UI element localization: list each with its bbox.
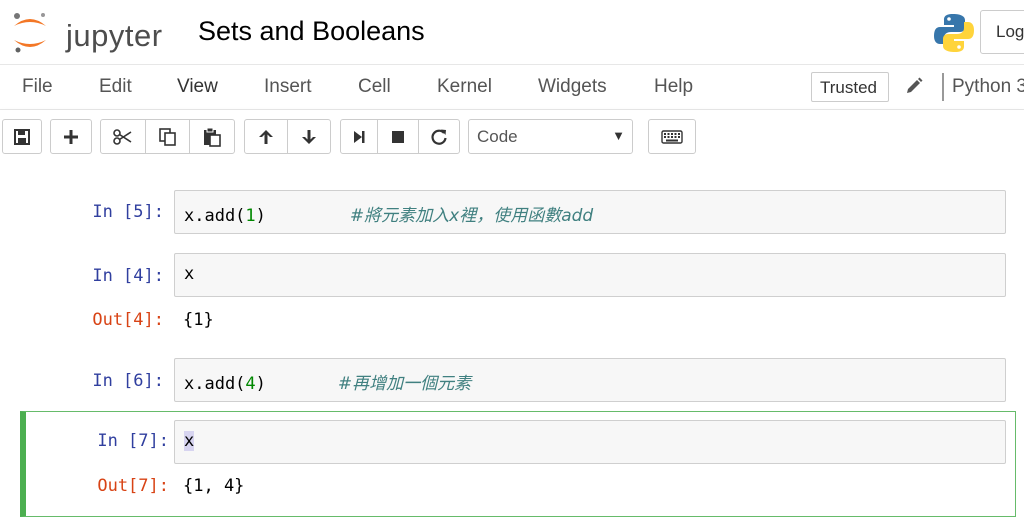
input-prompt: In [4]: xyxy=(92,266,164,286)
code-text: x.add( xyxy=(184,374,246,394)
scissors-icon xyxy=(113,128,132,145)
logo-text: jupyter xyxy=(66,18,163,53)
input-prompt: In [5]: xyxy=(92,202,164,222)
output-text: {1} xyxy=(183,310,214,330)
cell-type-value: Code xyxy=(477,127,518,146)
menu-view[interactable]: View xyxy=(177,76,218,98)
save-button[interactable] xyxy=(2,119,42,154)
menubar: File Edit View Insert Cell Kernel Widget… xyxy=(0,64,1024,110)
input-prompt: In [6]: xyxy=(92,371,164,391)
pencil-icon[interactable] xyxy=(904,76,924,96)
arrow-up-icon xyxy=(259,129,273,144)
run-button[interactable] xyxy=(340,119,378,154)
arrow-down-icon xyxy=(302,129,316,144)
python-logo-icon xyxy=(933,12,975,54)
code-cell[interactable]: In [4]: x Out[4]: {1} xyxy=(20,250,1016,340)
stop-icon xyxy=(392,130,404,143)
notebook-title[interactable]: Sets and Booleans xyxy=(198,16,425,47)
menu-widgets[interactable]: Widgets xyxy=(538,76,607,98)
paste-button[interactable] xyxy=(189,119,235,154)
menu-insert[interactable]: Insert xyxy=(264,76,312,98)
code-number: 4 xyxy=(245,374,256,394)
code-input[interactable]: x.add(1) #將元素加入x裡，使用函數add xyxy=(174,190,1006,234)
chevron-down-icon: ▼ xyxy=(612,128,625,143)
copy-icon xyxy=(158,127,176,146)
cell-type-select[interactable]: Code ▼ xyxy=(468,119,633,154)
code-cell[interactable]: In [6]: x.add(4) #再增加一個元素 xyxy=(20,355,1016,403)
jupyter-logo[interactable]: jupyter xyxy=(10,10,175,54)
keyboard-icon xyxy=(661,129,683,144)
input-prompt: In [7]: xyxy=(97,431,169,451)
output-prompt: Out[4]: xyxy=(92,310,164,330)
menu-kernel[interactable]: Kernel xyxy=(437,76,492,98)
menu-cell[interactable]: Cell xyxy=(358,76,391,98)
code-text: x xyxy=(184,264,195,284)
output-text: {1, 4} xyxy=(183,476,245,496)
code-cell-selected[interactable]: In [7]: x Out[7]: {1, 4} xyxy=(20,411,1016,517)
menu-file[interactable]: File xyxy=(22,76,53,98)
code-text: x xyxy=(184,431,195,451)
output-prompt: Out[7]: xyxy=(97,476,169,496)
move-up-button[interactable] xyxy=(244,119,288,154)
code-number: 1 xyxy=(245,206,256,226)
code-comment: #將元素加入x裡，使用函數add xyxy=(349,206,594,226)
code-comment: #再增加一個元素 xyxy=(337,374,472,394)
toolbar: Code ▼ xyxy=(0,110,1024,162)
code-text: x.add( xyxy=(184,206,246,226)
restart-icon xyxy=(431,129,447,145)
paste-icon xyxy=(204,127,221,147)
step-forward-icon xyxy=(354,130,365,143)
header: jupyter Sets and Booleans Log xyxy=(0,0,1024,64)
menu-help[interactable]: Help xyxy=(654,76,693,98)
code-input[interactable]: x xyxy=(174,420,1006,464)
restart-button[interactable] xyxy=(418,119,460,154)
plus-icon xyxy=(64,129,78,144)
kernel-separator xyxy=(942,73,944,101)
code-text-close: ) xyxy=(255,374,266,394)
notebook-container: In [5]: x.add(1) #將元素加入x裡，使用函數add In [4]:… xyxy=(0,162,1024,521)
menu-edit[interactable]: Edit xyxy=(99,76,132,98)
code-cell[interactable]: In [5]: x.add(1) #將元素加入x裡，使用函數add xyxy=(20,188,1016,236)
save-icon xyxy=(14,128,30,145)
cut-button[interactable] xyxy=(100,119,146,154)
jupyter-logo-icon xyxy=(14,13,46,53)
kernel-name[interactable]: Python 3 xyxy=(952,76,1024,98)
insert-cell-button[interactable] xyxy=(50,119,92,154)
login-button[interactable]: Log xyxy=(980,10,1024,54)
code-input[interactable]: x.add(4) #再增加一個元素 xyxy=(174,358,1006,402)
code-text-close: ) xyxy=(255,206,266,226)
trusted-indicator[interactable]: Trusted xyxy=(811,72,889,102)
command-palette-button[interactable] xyxy=(648,119,696,154)
interrupt-button[interactable] xyxy=(377,119,419,154)
move-down-button[interactable] xyxy=(287,119,331,154)
code-input[interactable]: x xyxy=(174,253,1006,297)
copy-button[interactable] xyxy=(145,119,190,154)
